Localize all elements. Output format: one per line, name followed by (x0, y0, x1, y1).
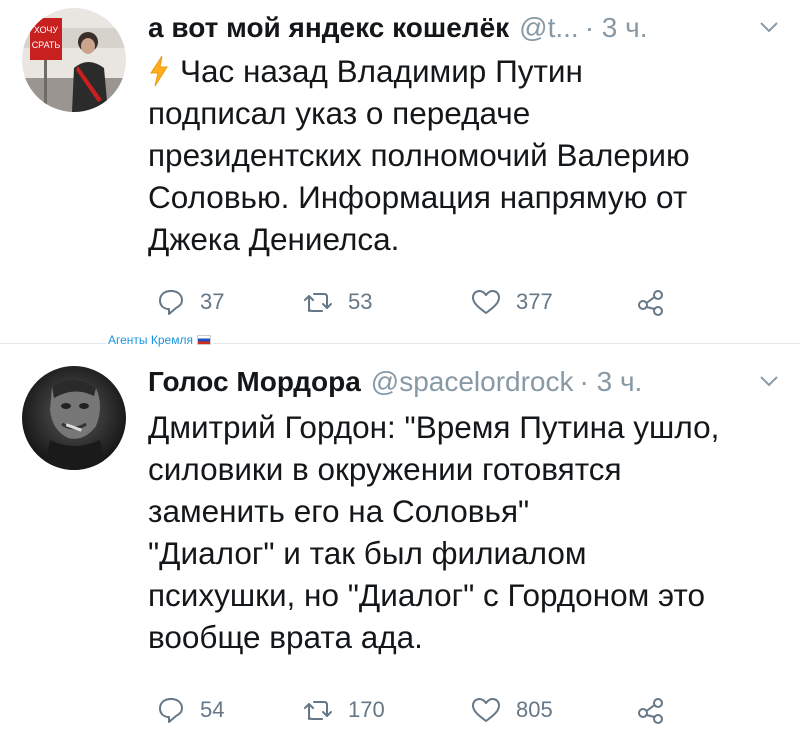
like-button[interactable]: 377 (470, 282, 553, 322)
list-label-text: Агенты Кремля (108, 333, 193, 347)
flag-icon (196, 335, 211, 345)
tweet-text-line-4: "Диалог" и так был филиалом (148, 535, 587, 571)
tweet-text-line-2: подписал указ о передаче (148, 95, 531, 131)
chevron-down-icon[interactable] (758, 372, 780, 390)
tweet-text-line-4: Соловью. Информация напрямую от (148, 179, 688, 215)
like-count: 805 (516, 697, 553, 722)
chevron-down-icon[interactable] (758, 18, 780, 36)
share-button[interactable] (636, 690, 666, 730)
tweet-text-line-1: Час назад Владимир Путин (148, 50, 783, 92)
reply-count: 54 (200, 697, 225, 722)
avatar[interactable]: ХОЧУ СРАТЬ (22, 8, 126, 112)
tweet-text-line-5: Джека Дениелса. (148, 221, 400, 257)
avatar[interactable] (22, 366, 126, 470)
tweet-text: Час назад Владимир Путин подписал указ о… (148, 50, 783, 260)
reply-button[interactable]: 54 (156, 690, 224, 730)
tweet-2[interactable]: Голос Мордора @spacelordrock · 3 ч. Дмит… (0, 346, 800, 742)
share-button[interactable] (636, 282, 666, 322)
avatar-sign-word-2: СРАТЬ (32, 40, 61, 50)
timestamp[interactable]: · 3 ч. (580, 366, 643, 398)
avatar-sign-word-1: ХОЧУ (34, 25, 59, 35)
timestamp[interactable]: · 3 ч. (585, 12, 648, 44)
tweet-text-line-6: вообще врата ада. (148, 619, 423, 655)
lightning-icon (150, 55, 168, 87)
tweet-header: Голос Мордора @spacelordrock · 3 ч. (148, 362, 780, 402)
like-icon (472, 698, 500, 722)
like-count: 377 (516, 289, 553, 314)
tweet-actions: 54 170 805 (148, 690, 708, 730)
like-button[interactable]: 805 (470, 690, 553, 730)
share-icon (638, 290, 663, 316)
avatar-photo (22, 366, 126, 470)
author-handle[interactable]: @spacelordrock (371, 366, 574, 398)
tweet-text-line-3: заменить его на Соловья" (148, 493, 530, 529)
tweet-text-line-3: президентских полномочий Валерию (148, 137, 690, 173)
tweet-1[interactable]: ХОЧУ СРАТЬ а вот мой яндекс кошелёк @t..… (0, 0, 800, 340)
retweet-button[interactable]: 53 (302, 282, 372, 322)
list-label[interactable]: Агенты Кремля (106, 333, 213, 347)
retweet-icon (304, 701, 332, 720)
reply-button[interactable]: 37 (156, 282, 224, 322)
retweet-icon (304, 293, 332, 312)
like-icon (472, 290, 500, 314)
tweet-text-line-2: силовики в окружении готовятся (148, 451, 622, 487)
tweet-text-line-5: психушки, но "Диалог" с Гордоном это (148, 577, 705, 613)
author-handle[interactable]: @t... (519, 12, 579, 44)
reply-count: 37 (200, 289, 225, 314)
tweet-header: а вот мой яндекс кошелёк @t... · 3 ч. (148, 8, 780, 48)
reply-icon (159, 290, 183, 315)
retweet-button[interactable]: 170 (302, 690, 385, 730)
tweet-text: Дмитрий Гордон: "Время Путина ушло, сило… (148, 406, 783, 658)
share-icon (638, 698, 663, 724)
author-name[interactable]: а вот мой яндекс кошелёк (148, 12, 509, 44)
retweet-count: 53 (348, 289, 373, 314)
author-name[interactable]: Голос Мордора (148, 366, 361, 398)
retweet-count: 170 (348, 697, 385, 722)
reply-icon (159, 698, 183, 723)
tweet-actions: 37 53 377 (148, 282, 708, 322)
tweet-text-line-1: Дмитрий Гордон: "Время Путина ушло, (148, 409, 720, 445)
avatar-photo: ХОЧУ СРАТЬ (22, 8, 126, 112)
